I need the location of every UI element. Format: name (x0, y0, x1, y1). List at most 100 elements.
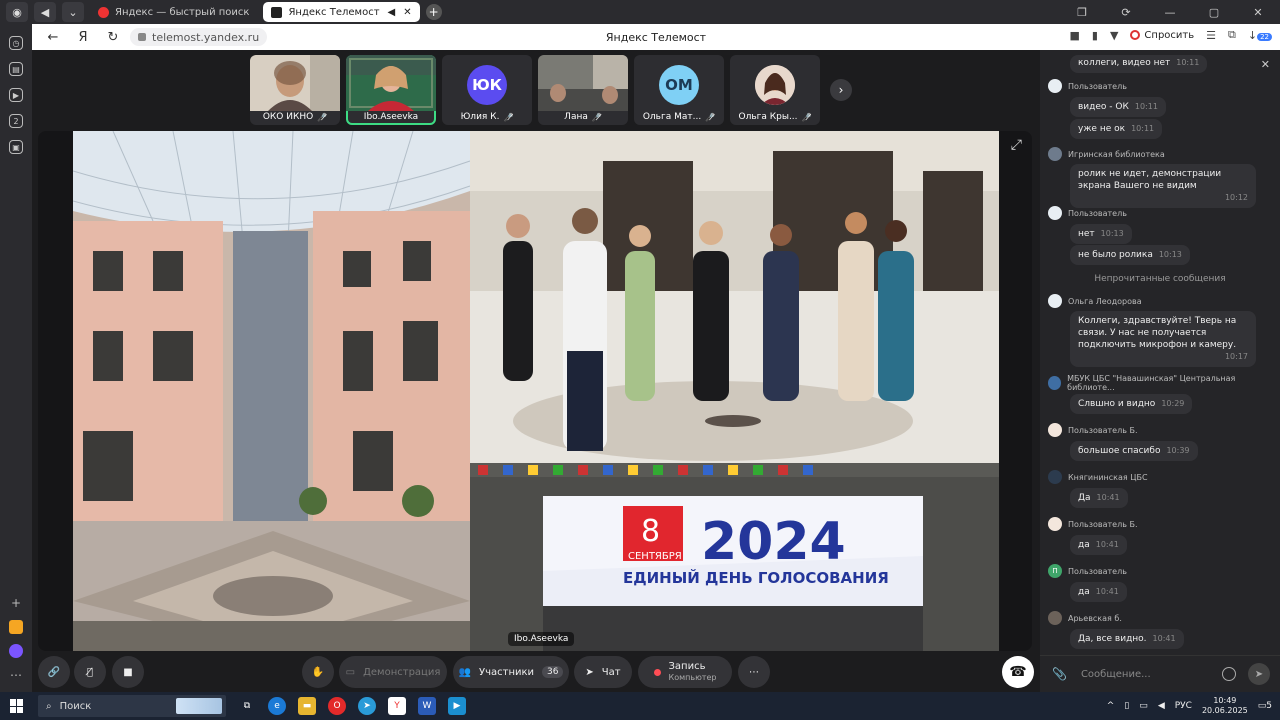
screen-share-stage: 8 СЕНТЯБРЯ 2024 ЕДИНЫЙ ДЕНЬ ГОЛОСОВАНИЯ … (38, 131, 1032, 651)
poster-caption: ЕДИНЫЙ ДЕНЬ ГОЛОСОВАНИЯ (623, 568, 889, 587)
speaker-icon[interactable]: ◀ (34, 2, 56, 22)
participants-count: 36 (542, 666, 564, 678)
mic-permission-icon[interactable]: ▮ (1092, 29, 1098, 42)
chat-message-input[interactable]: Сообщение... (1081, 669, 1222, 680)
participant-tile[interactable]: Лана 🎤̸ (538, 55, 628, 125)
participant-tile[interactable]: Ольга Кры... 🎤̸ (730, 55, 820, 125)
volume-icon[interactable]: ◀ (1158, 701, 1165, 711)
attach-icon[interactable]: 📎 (1052, 667, 1067, 681)
yandex-browser-icon[interactable]: Y (388, 697, 406, 715)
tab-telemost[interactable]: Яндекс Телемост ◀ ✕ (263, 2, 420, 22)
counter-icon[interactable]: 2 (9, 114, 23, 128)
tabs-dropdown-icon[interactable]: ⌄ (62, 2, 84, 22)
participant-tile[interactable]: ОМ Ольга Мат... 🎤̸ (634, 55, 724, 125)
record-icon (653, 668, 661, 676)
telemost-favicon-icon (271, 6, 283, 18)
poster-year: 2024 (701, 512, 846, 572)
hand-icon: ✋ (311, 666, 325, 678)
user-avatar-icon (1048, 147, 1062, 161)
keyboard-lang[interactable]: РУС (1175, 701, 1192, 711)
chat-message: не было ролика 10:13 (1048, 242, 1272, 265)
meeting-toolbar: 🔗 🎙̸ ■ ✋ ▭ Демонстрация 👥 Участники 36 ➤… (32, 654, 1040, 692)
participant-photo (755, 65, 795, 105)
ask-button[interactable]: Спросить (1130, 30, 1194, 41)
alice-icon[interactable] (9, 644, 23, 658)
camera-toggle-button[interactable]: ■ (112, 656, 144, 688)
chat-panel: ✕ коллеги, видео нет 10:11 Пользователь в… (1040, 50, 1280, 692)
camera-permission-icon[interactable]: ■ (1069, 29, 1079, 42)
usb-icon[interactable]: ▯ (1124, 701, 1129, 711)
screen-share-button[interactable]: ▭ Демонстрация (339, 656, 447, 688)
send-button[interactable]: ➤ (1248, 663, 1270, 685)
extensions-icon[interactable]: ⧉ (1228, 28, 1236, 42)
task-view-icon[interactable]: ⧉ (238, 697, 256, 715)
reload-icon[interactable]: ↻ (104, 30, 122, 45)
fullscreen-icon[interactable]: ⤢ (1011, 137, 1022, 153)
tab-yandex-search[interactable]: Яндекс — быстрый поиск (90, 2, 257, 22)
market-icon[interactable] (9, 620, 23, 634)
maximize-icon[interactable]: ▢ (1192, 0, 1236, 24)
tab-label: Яндекс Телемост (288, 6, 380, 18)
participant-tile[interactable]: ОКО ИКНО 🎤̸ (250, 55, 340, 125)
user-avatar-icon (1048, 376, 1062, 390)
speaker-name-label: Ibo.Aseevka (508, 632, 575, 646)
network-icon[interactable]: ▭ (1139, 701, 1148, 711)
screen-share-icon: ▭ (345, 666, 356, 678)
windows-start-icon[interactable] (10, 699, 24, 713)
camera-icon: ■ (123, 666, 133, 678)
record-button[interactable]: Запись Компьютер (638, 656, 732, 688)
tab-close-icon[interactable]: ✕ (403, 7, 411, 18)
emoji-icon[interactable] (1222, 667, 1236, 681)
tab-audio-icon[interactable]: ◀ (388, 7, 396, 18)
back-icon[interactable]: ← (44, 30, 62, 45)
next-participants-button[interactable]: › (830, 79, 852, 101)
raise-hand-button[interactable]: ✋ (302, 656, 334, 688)
bookmarks-icon[interactable]: ❐ (1060, 0, 1104, 24)
minimize-icon[interactable]: — (1148, 0, 1192, 24)
downloads-icon[interactable]: ↓ 22 (1248, 29, 1272, 42)
participants-button[interactable]: 👥 Участники 36 (453, 656, 569, 688)
close-window-icon[interactable]: ✕ (1236, 0, 1280, 24)
mic-toggle-button[interactable]: 🎙̸ (74, 656, 106, 688)
avatar: ОМ (659, 65, 699, 105)
unread-divider: Непрочитанные сообщения (1094, 274, 1226, 284)
taskbar-search[interactable]: ⌕ Поиск (38, 695, 226, 717)
chat-message: коллеги, видео нет 10:11 (1048, 50, 1272, 73)
user-avatar-icon (1048, 423, 1062, 437)
telemost-app-icon[interactable]: ▶ (448, 697, 466, 715)
participant-video (250, 55, 340, 111)
history-icon[interactable]: ◷ (9, 36, 23, 50)
more-options-button[interactable]: ⋯ (738, 656, 770, 688)
user-avatar-icon (1048, 611, 1062, 625)
devices-icon[interactable]: ▣ (9, 140, 23, 154)
yandex-logo-icon[interactable]: Я (74, 30, 92, 45)
opera-icon[interactable]: O (328, 697, 346, 715)
media-icon[interactable]: ▶ (9, 88, 23, 102)
chat-message: уже не ок 10:11 (1048, 116, 1272, 139)
reader-icon[interactable]: ☰ (1206, 29, 1216, 42)
browser-menu-icon[interactable]: ◉ (6, 2, 28, 22)
copy-link-button[interactable]: 🔗 (38, 656, 70, 688)
bookmark-icon[interactable]: ▼ (1110, 29, 1118, 42)
collections-icon[interactable]: ▤ (9, 62, 23, 76)
file-explorer-icon[interactable]: ▬ (298, 697, 316, 715)
notifications-icon[interactable]: ▭5 (1258, 701, 1272, 711)
more-apps-icon[interactable]: ⋯ (10, 668, 22, 682)
mic-muted-icon: 🎤̸ (801, 112, 812, 122)
hang-up-icon: ☎ (1009, 664, 1027, 680)
leave-call-button[interactable]: ☎ (1002, 656, 1034, 688)
tray-arrow-icon[interactable]: ^ (1107, 701, 1115, 711)
new-tab-icon[interactable]: + (425, 4, 442, 20)
telegram-icon[interactable]: ➤ (358, 697, 376, 715)
sync-icon[interactable]: ⟳ (1104, 0, 1148, 24)
clock[interactable]: 10:49 20.06.2025 (1202, 696, 1248, 716)
edge-icon[interactable]: e (268, 697, 286, 715)
lock-icon (138, 33, 146, 41)
add-sidebar-item-icon[interactable]: + (11, 596, 21, 610)
user-avatar-icon (1048, 79, 1062, 93)
word-icon[interactable]: W (418, 697, 436, 715)
participant-tile[interactable]: Ibo.Aseevka (346, 55, 436, 125)
url-field[interactable]: telemost.yandex.ru (130, 28, 268, 46)
chat-button[interactable]: ➤ Чат (574, 656, 632, 688)
participant-tile[interactable]: ЮК Юлия К. 🎤̸ (442, 55, 532, 125)
